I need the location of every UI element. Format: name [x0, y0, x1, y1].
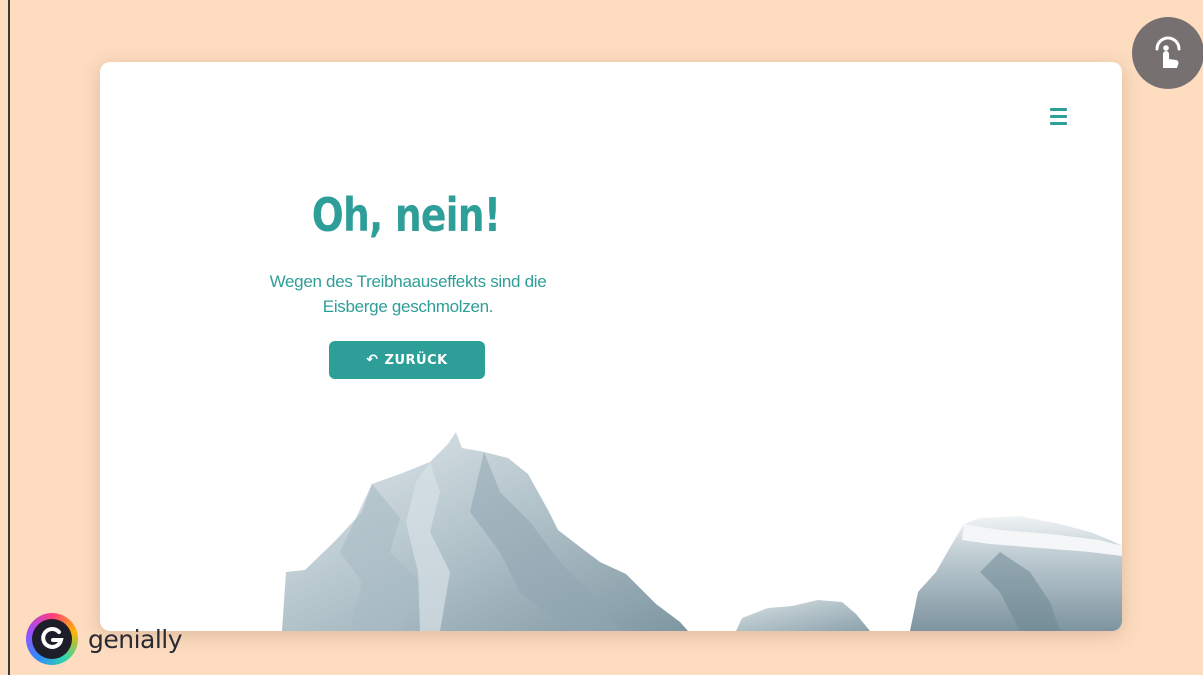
menu-bar [1050, 121, 1067, 125]
subtitle-line: Eisberge geschmolzen. [322, 297, 494, 316]
icebergs-illustration [282, 432, 1122, 631]
back-button-label: ZURÜCK [384, 352, 448, 368]
genially-logo-inner [32, 619, 72, 659]
page: Oh, nein! Wegen des Treibhaauseffekts si… [0, 0, 1203, 675]
tap-hand-glyph [1155, 36, 1181, 68]
undo-icon: ↶ [366, 352, 379, 368]
back-button[interactable]: ↶ ZURÜCK [329, 341, 485, 379]
brand-name: genially [88, 624, 183, 654]
menu-bar [1050, 107, 1067, 111]
page-title: Oh, nein! [311, 188, 501, 242]
content-card: Oh, nein! Wegen des Treibhaauseffekts si… [100, 62, 1122, 631]
subtitle-line: Wegen des Treibhaauseffekts sind die [269, 272, 547, 291]
genially-branding[interactable]: genially [26, 611, 183, 667]
page-subtitle: Wegen des Treibhaauseffekts sind die Eis… [230, 269, 586, 319]
tap-hand-icon[interactable] [1132, 17, 1203, 89]
menu-bar [1050, 114, 1067, 118]
iceberg-small [736, 600, 870, 631]
left-edge-divider [8, 0, 10, 675]
genially-g-glyph [41, 626, 64, 649]
hamburger-menu-icon[interactable] [1047, 105, 1071, 127]
genially-logo-icon [26, 613, 78, 665]
